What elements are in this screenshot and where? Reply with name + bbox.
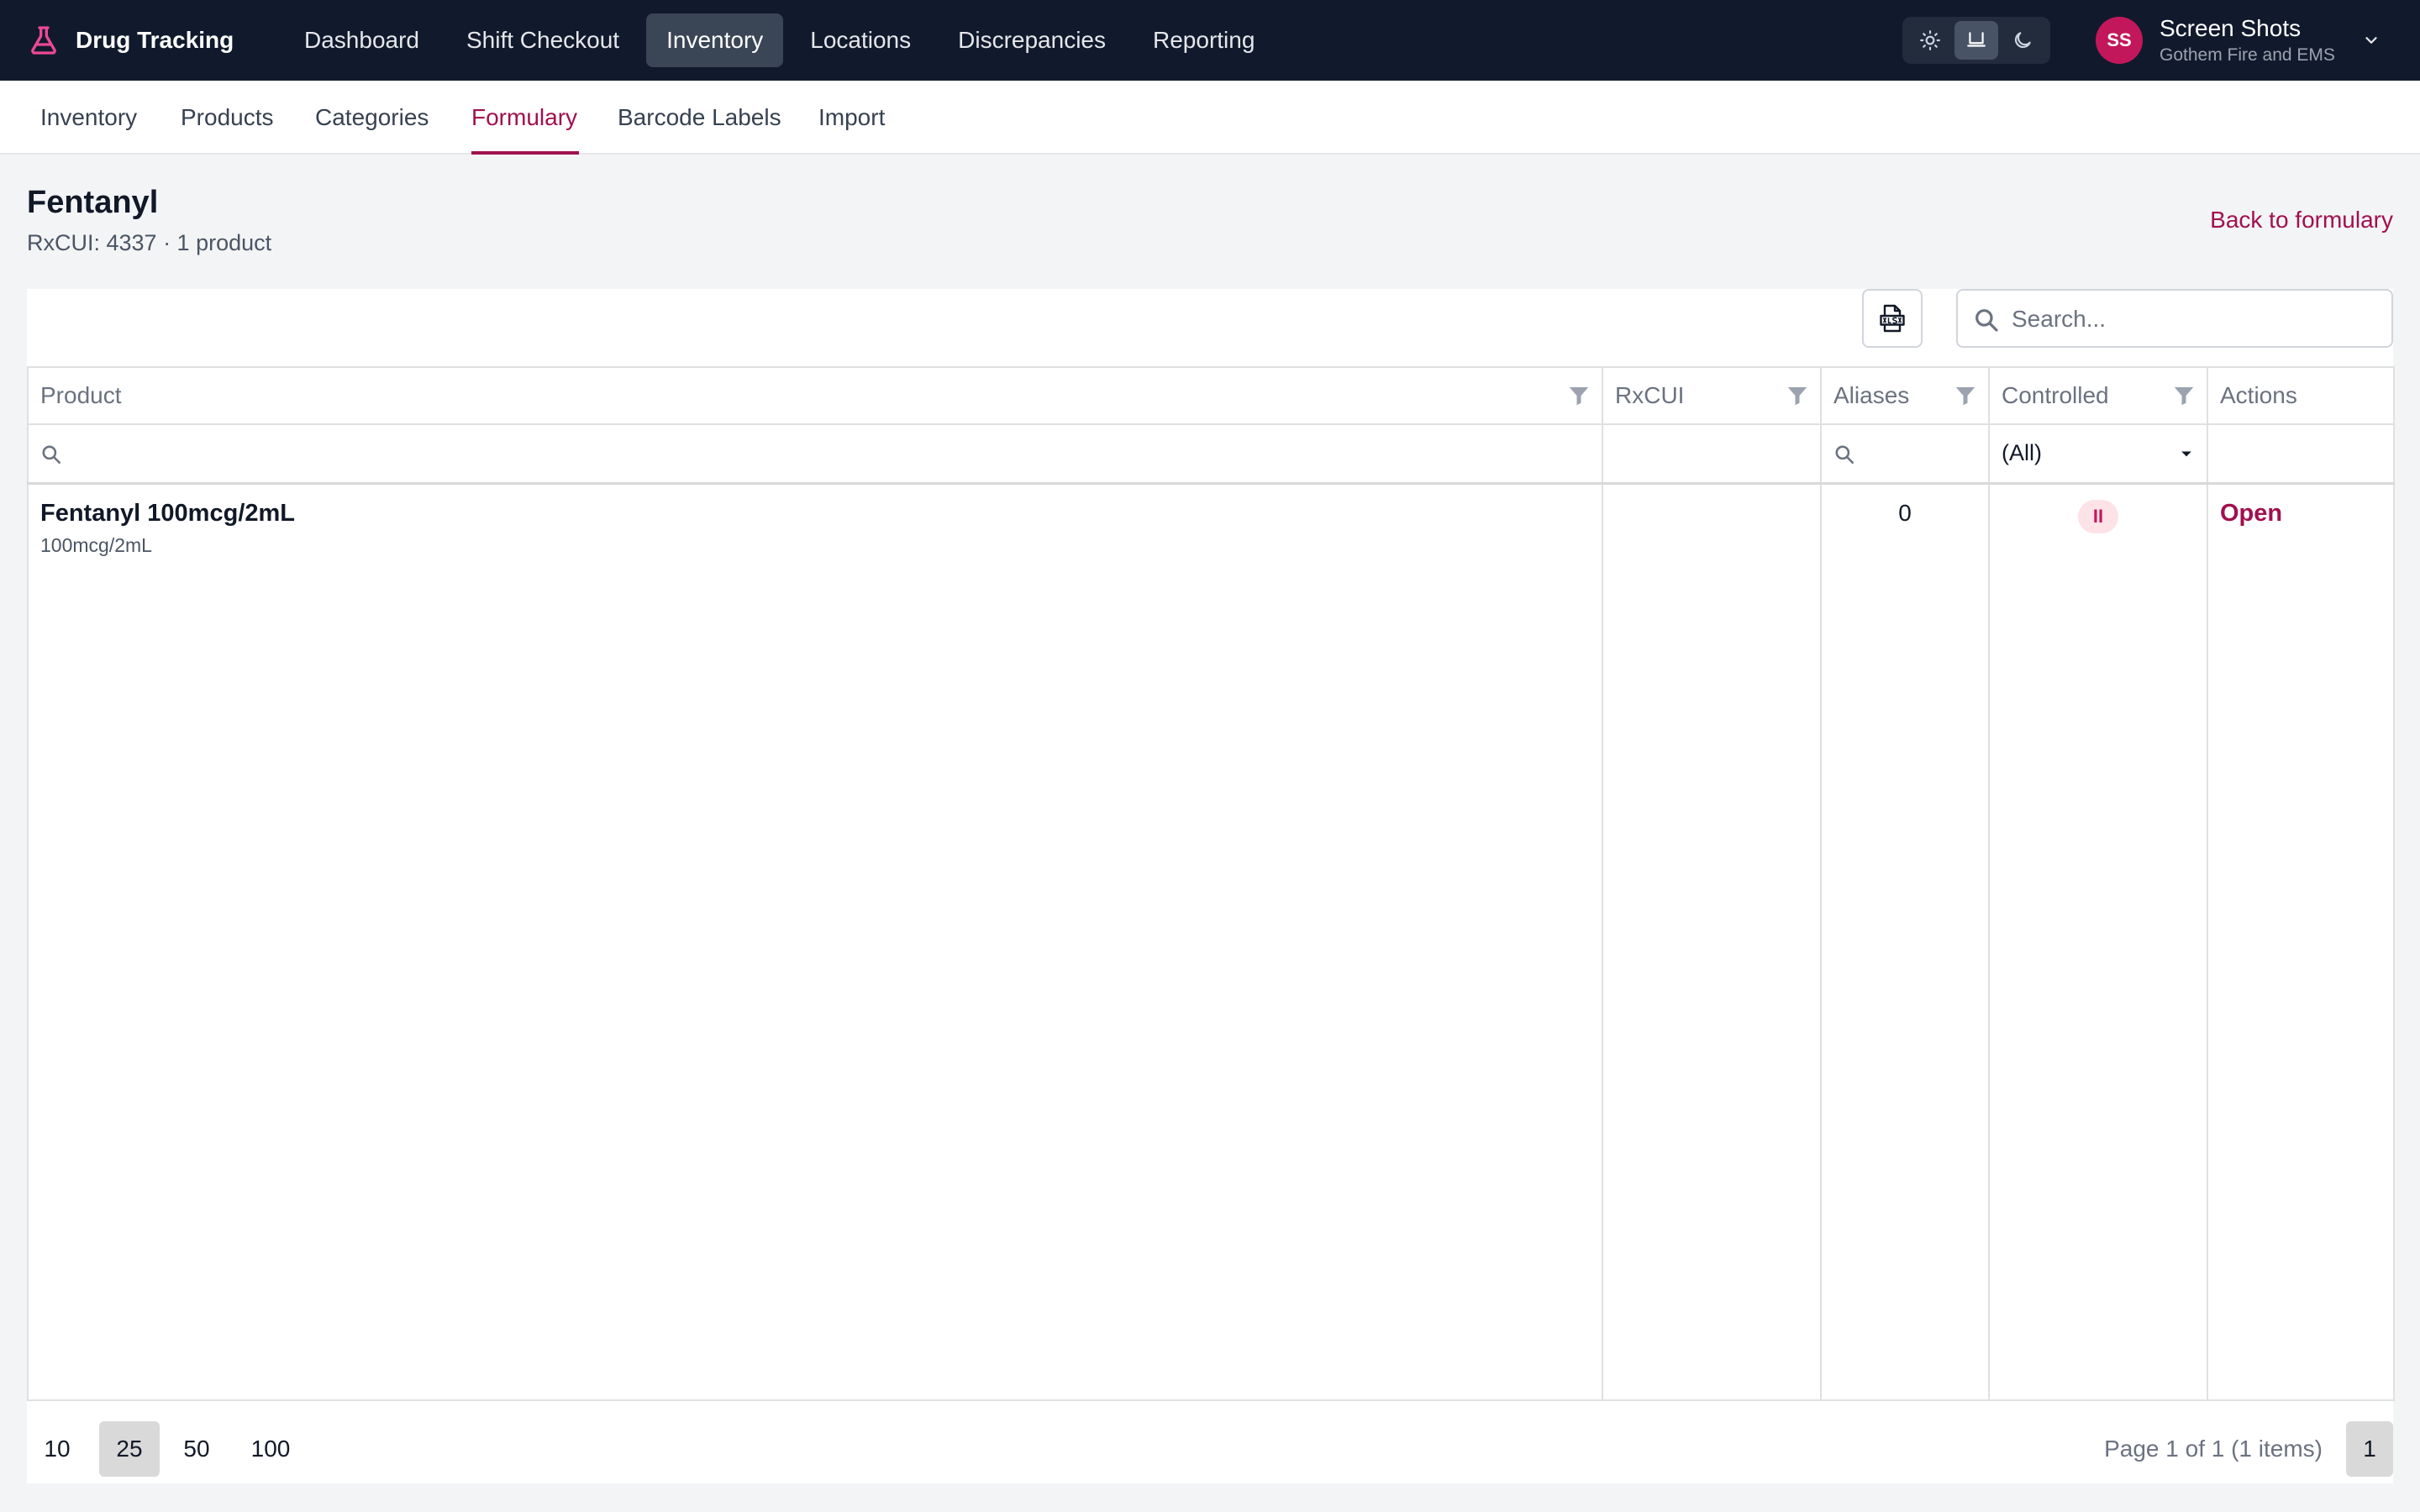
- user-name: Screen Shots: [2160, 15, 2302, 41]
- column-label: Actions: [2220, 382, 2297, 408]
- product-name: Fentanyl 100mcg/2mL: [40, 499, 295, 527]
- controlled-filter-select[interactable]: (All): [2002, 440, 2195, 466]
- controlled-filter-value: (All): [2002, 440, 2042, 466]
- column-label: Aliases: [1833, 382, 1910, 408]
- top-nav-bar: Drug Tracking Dashboard Shift Checkout I…: [0, 0, 2420, 81]
- theme-dark-button[interactable]: [2001, 21, 2044, 60]
- column-header-rxcui[interactable]: RxCUI: [1602, 366, 1822, 425]
- filter-icon[interactable]: [1953, 383, 1978, 408]
- nav-dashboard[interactable]: Dashboard: [284, 13, 439, 67]
- column-label: Product: [40, 382, 122, 408]
- page-title: Fentanyl: [27, 185, 159, 220]
- page-size-25[interactable]: 25: [99, 1421, 160, 1477]
- flask-icon: [31, 26, 56, 55]
- nav-reporting[interactable]: Reporting: [1133, 13, 1275, 67]
- page-number-1[interactable]: 1: [2346, 1421, 2393, 1477]
- column-label: Controlled: [2002, 382, 2109, 408]
- caret-down-icon: [2181, 451, 2191, 457]
- aliases-cell: 0: [1820, 481, 1990, 1401]
- product-cell: Fentanyl 100mcg/2mL 100mcg/2mL: [27, 481, 1603, 1401]
- back-to-formulary-link[interactable]: Back to formulary: [2210, 207, 2393, 234]
- page-size-50[interactable]: 50: [170, 1421, 224, 1477]
- tab-formulary[interactable]: Formulary: [471, 81, 577, 155]
- theme-toggle: [1902, 17, 2050, 64]
- sub-nav: Inventory Products Categories Formulary …: [0, 81, 2420, 155]
- column-label: RxCUI: [1615, 382, 1685, 408]
- table-row[interactable]: Fentanyl 100mcg/2mL 100mcg/2mL 0 II Open: [27, 481, 2395, 1401]
- filter-icon[interactable]: [2171, 383, 2196, 408]
- filter-icon[interactable]: [1566, 383, 1591, 408]
- rxcui-cell: [1602, 481, 1822, 1401]
- tab-inventory[interactable]: Inventory: [40, 81, 137, 155]
- nav-locations[interactable]: Locations: [790, 13, 931, 67]
- filter-icon[interactable]: [1785, 383, 1810, 408]
- nav-discrepancies[interactable]: Discrepancies: [938, 13, 1126, 67]
- nav-inventory[interactable]: Inventory: [646, 13, 784, 67]
- tab-import[interactable]: Import: [818, 81, 885, 155]
- actions-filter-cell: [2207, 423, 2395, 484]
- product-strength: 100mcg/2mL: [40, 533, 152, 556]
- product-filter-cell[interactable]: [27, 423, 1603, 484]
- grid-search: [1956, 289, 2393, 348]
- search-icon: [1835, 445, 1854, 465]
- column-header-controlled[interactable]: Controlled: [1988, 366, 2208, 425]
- user-org: Gothem Fire and EMS: [2160, 45, 2335, 65]
- moon-icon: [2014, 32, 2031, 49]
- tab-categories[interactable]: Categories: [315, 81, 429, 155]
- actions-cell: Open: [2207, 481, 2395, 1401]
- page-size-10[interactable]: 10: [32, 1421, 82, 1477]
- user-menu[interactable]: SS Screen Shots Gothem Fire and EMS: [2096, 0, 2381, 81]
- column-header-aliases[interactable]: Aliases: [1820, 366, 1990, 425]
- schedule-badge: II: [2078, 499, 2118, 533]
- xlsx-file-icon: [1880, 304, 1905, 333]
- theme-light-button[interactable]: [1908, 21, 1952, 60]
- avatar: SS: [2096, 17, 2143, 64]
- main-nav: Dashboard Shift Checkout Inventory Locat…: [284, 13, 1275, 67]
- page-subtitle: RxCUI: 4337 · 1 product: [27, 230, 272, 255]
- tab-barcode-labels[interactable]: Barcode Labels: [618, 81, 781, 155]
- aliases-filter-cell[interactable]: [1820, 423, 1990, 484]
- product-grid: Product RxCUI Aliases Controlled Actions: [27, 289, 2395, 1483]
- chevron-down-icon[interactable]: [2362, 31, 2381, 50]
- search-icon: [42, 445, 61, 465]
- user-text: Screen Shots Gothem Fire and EMS: [2160, 15, 2335, 66]
- product-table: Product RxCUI Aliases Controlled Actions: [27, 366, 2395, 1401]
- controlled-filter-cell[interactable]: (All): [1988, 423, 2208, 484]
- sun-icon: [1920, 30, 1941, 50]
- nav-shift-checkout[interactable]: Shift Checkout: [446, 13, 639, 67]
- column-header-actions: Actions: [2207, 366, 2395, 425]
- grid-toolbar: [27, 289, 2393, 366]
- brand[interactable]: Drug Tracking: [27, 0, 234, 81]
- active-tab-indicator: [471, 151, 579, 155]
- search-icon: [1975, 309, 1998, 332]
- filter-row: (All): [27, 423, 2395, 484]
- column-header-product[interactable]: Product: [27, 366, 1603, 425]
- export-xlsx-button[interactable]: [1862, 289, 1923, 348]
- theme-system-button[interactable]: [1954, 21, 1998, 60]
- page-size-100[interactable]: 100: [237, 1421, 304, 1477]
- page-info: Page 1 of 1 (1 items): [2104, 1436, 2323, 1462]
- controlled-cell: II: [1988, 481, 2208, 1401]
- brand-name: Drug Tracking: [76, 27, 234, 53]
- header-row: Product RxCUI Aliases Controlled Actions: [27, 366, 2395, 425]
- rxcui-filter-cell: [1602, 423, 1822, 484]
- open-link[interactable]: Open: [2220, 500, 2282, 527]
- tab-products[interactable]: Products: [181, 81, 274, 155]
- monitor-icon: [1967, 32, 1986, 47]
- pager: 10 25 50 100 Page 1 of 1 (1 items) 1: [27, 1399, 2393, 1483]
- search-input[interactable]: [2012, 299, 2381, 339]
